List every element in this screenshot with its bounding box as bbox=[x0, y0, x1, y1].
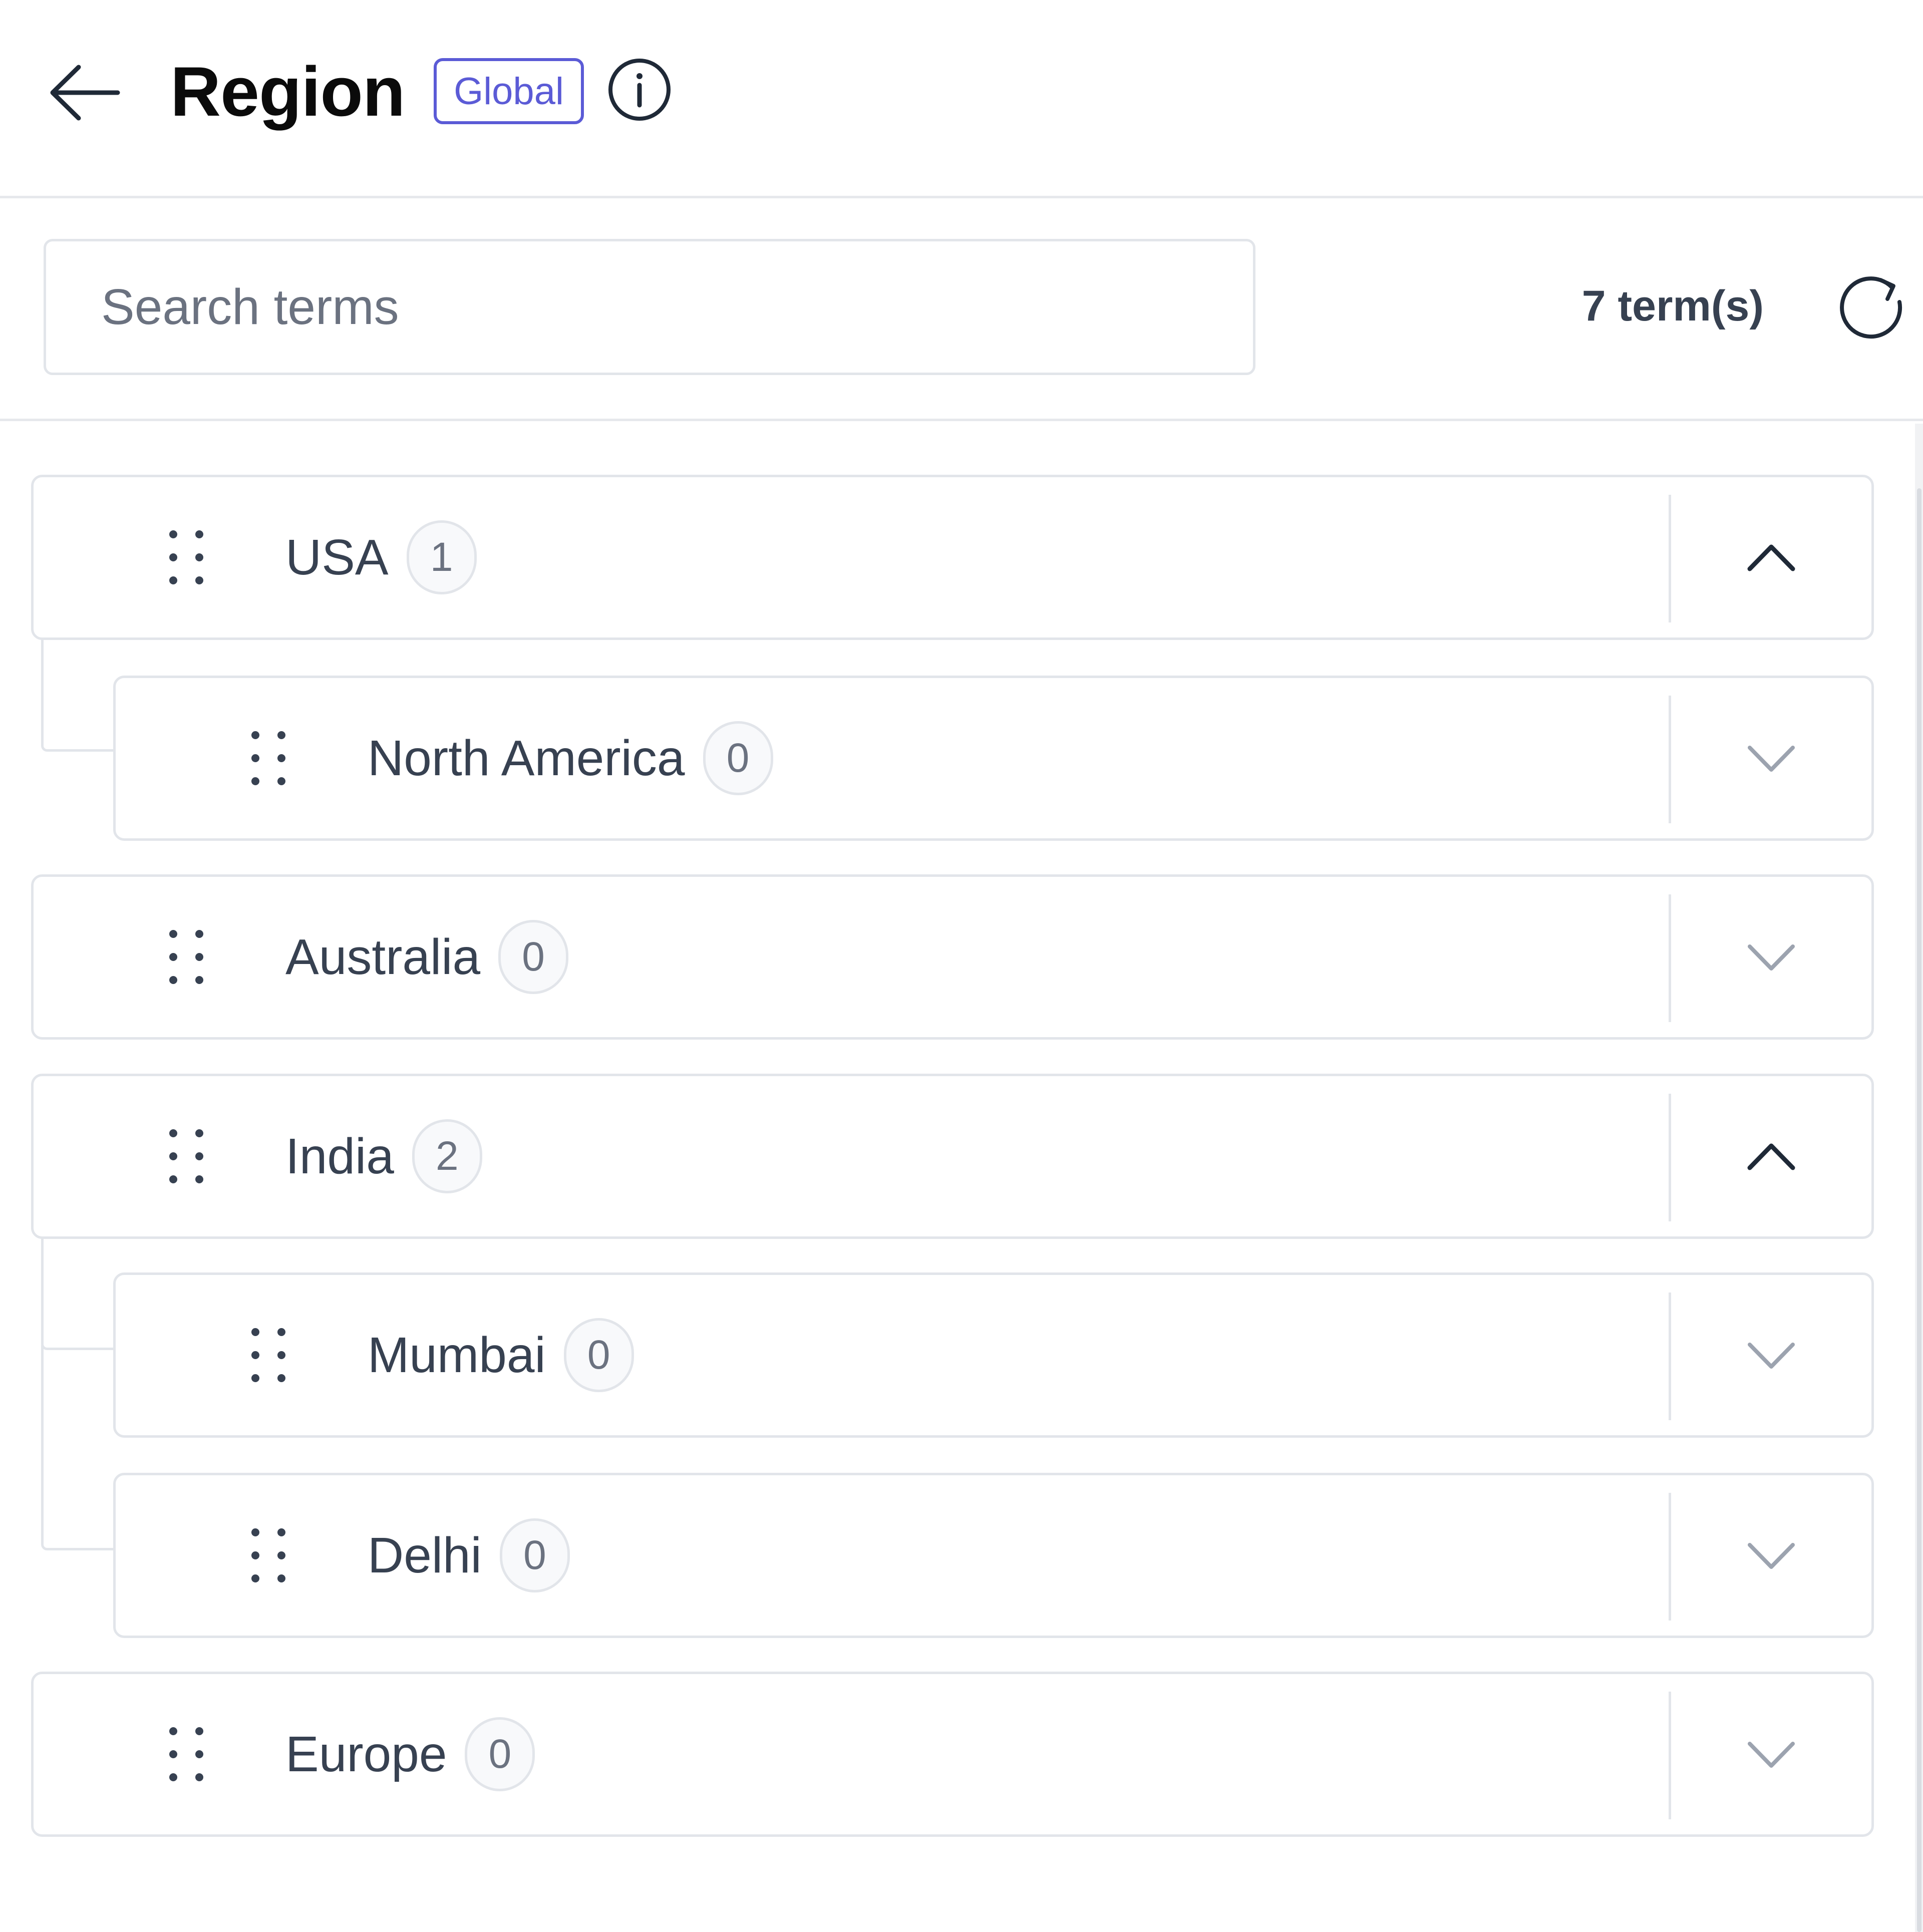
term-row-usa[interactable]: USA 1 bbox=[31, 475, 1874, 640]
tree-connector bbox=[41, 636, 113, 752]
term-label: USA 1 bbox=[285, 477, 477, 637]
page-title: Region bbox=[170, 52, 405, 131]
drag-handle-icon bbox=[169, 930, 203, 984]
row-divider bbox=[1669, 1692, 1671, 1819]
drag-handle[interactable] bbox=[166, 927, 206, 987]
drag-handle[interactable] bbox=[248, 1525, 288, 1585]
drag-handle[interactable] bbox=[166, 1724, 206, 1784]
term-label: North America 0 bbox=[368, 678, 773, 838]
drag-handle-icon bbox=[251, 1328, 285, 1382]
page-header: Region Global bbox=[0, 0, 1923, 198]
term-row-mumbai[interactable]: Mumbai 0 bbox=[113, 1272, 1874, 1438]
term-name: Delhi bbox=[368, 1527, 482, 1583]
drag-handle-icon bbox=[169, 530, 203, 584]
term-tree: USA 1 North America 0 Australia 0 India … bbox=[0, 424, 1913, 1932]
child-count-badge: 0 bbox=[499, 1518, 570, 1592]
arrow-left-icon bbox=[50, 65, 120, 121]
drag-handle[interactable] bbox=[248, 1325, 288, 1385]
term-label: Delhi 0 bbox=[368, 1475, 570, 1636]
child-count-badge: 0 bbox=[563, 1318, 634, 1392]
row-divider bbox=[1669, 1094, 1671, 1221]
tree-connector bbox=[41, 1235, 113, 1350]
expand-button[interactable] bbox=[1734, 726, 1809, 791]
chevron-up-icon bbox=[1747, 1143, 1795, 1170]
info-button[interactable] bbox=[607, 57, 672, 122]
drag-handle[interactable] bbox=[248, 728, 288, 788]
chevron-up-icon bbox=[1747, 544, 1795, 571]
drag-handle-icon bbox=[251, 731, 285, 785]
expand-button[interactable] bbox=[1734, 924, 1809, 990]
toolbar: 7 term(s) bbox=[0, 201, 1923, 421]
term-label: Europe 0 bbox=[285, 1674, 535, 1834]
term-row-delhi[interactable]: Delhi 0 bbox=[113, 1473, 1874, 1638]
drag-handle-icon bbox=[169, 1129, 203, 1183]
term-row-australia[interactable]: Australia 0 bbox=[31, 874, 1874, 1040]
chevron-down-icon bbox=[1748, 1543, 1795, 1569]
term-label: India 2 bbox=[285, 1076, 482, 1236]
drag-handle-icon bbox=[251, 1528, 285, 1582]
term-label: Mumbai 0 bbox=[368, 1275, 634, 1435]
term-name: Australia bbox=[285, 928, 481, 985]
row-divider bbox=[1669, 1293, 1671, 1420]
collapse-button[interactable] bbox=[1734, 1124, 1809, 1189]
row-divider bbox=[1669, 1493, 1671, 1621]
drag-handle[interactable] bbox=[166, 527, 206, 587]
search-input[interactable] bbox=[44, 239, 1255, 375]
expand-button[interactable] bbox=[1734, 1323, 1809, 1388]
child-count-badge: 0 bbox=[465, 1717, 535, 1791]
term-row-india[interactable]: India 2 bbox=[31, 1074, 1874, 1239]
refresh-button[interactable] bbox=[1835, 271, 1908, 344]
term-name: Mumbai bbox=[368, 1327, 546, 1383]
term-row-north-america[interactable]: North America 0 bbox=[113, 676, 1874, 841]
child-count-badge: 0 bbox=[498, 920, 569, 994]
term-row-europe[interactable]: Europe 0 bbox=[31, 1672, 1874, 1837]
child-count-badge: 1 bbox=[406, 520, 477, 594]
child-count-badge: 0 bbox=[703, 721, 773, 795]
expand-button[interactable] bbox=[1734, 1523, 1809, 1588]
scope-badge: Global bbox=[434, 58, 584, 124]
chevron-down-icon bbox=[1748, 1742, 1795, 1768]
info-circle-icon bbox=[608, 59, 671, 121]
term-name: India bbox=[285, 1128, 394, 1184]
term-name: USA bbox=[285, 529, 389, 585]
row-divider bbox=[1669, 696, 1671, 823]
scrollbar-thumb[interactable] bbox=[1917, 488, 1921, 1932]
term-name: Europe bbox=[285, 1726, 447, 1782]
drag-handle[interactable] bbox=[166, 1126, 206, 1186]
chevron-down-icon bbox=[1748, 746, 1795, 772]
chevron-down-icon bbox=[1748, 1343, 1795, 1369]
term-count: 7 term(s) bbox=[1581, 282, 1764, 330]
refresh-icon bbox=[1840, 276, 1902, 339]
collapse-button[interactable] bbox=[1734, 525, 1809, 590]
drag-handle-icon bbox=[169, 1727, 203, 1781]
child-count-badge: 2 bbox=[412, 1119, 482, 1193]
term-name: North America bbox=[368, 730, 685, 786]
chevron-down-icon bbox=[1748, 944, 1795, 971]
row-divider bbox=[1669, 495, 1671, 622]
back-button[interactable] bbox=[48, 60, 123, 125]
term-label: Australia 0 bbox=[285, 877, 569, 1037]
expand-button[interactable] bbox=[1734, 1722, 1809, 1787]
tree-connector bbox=[41, 1345, 113, 1550]
row-divider bbox=[1669, 894, 1671, 1022]
